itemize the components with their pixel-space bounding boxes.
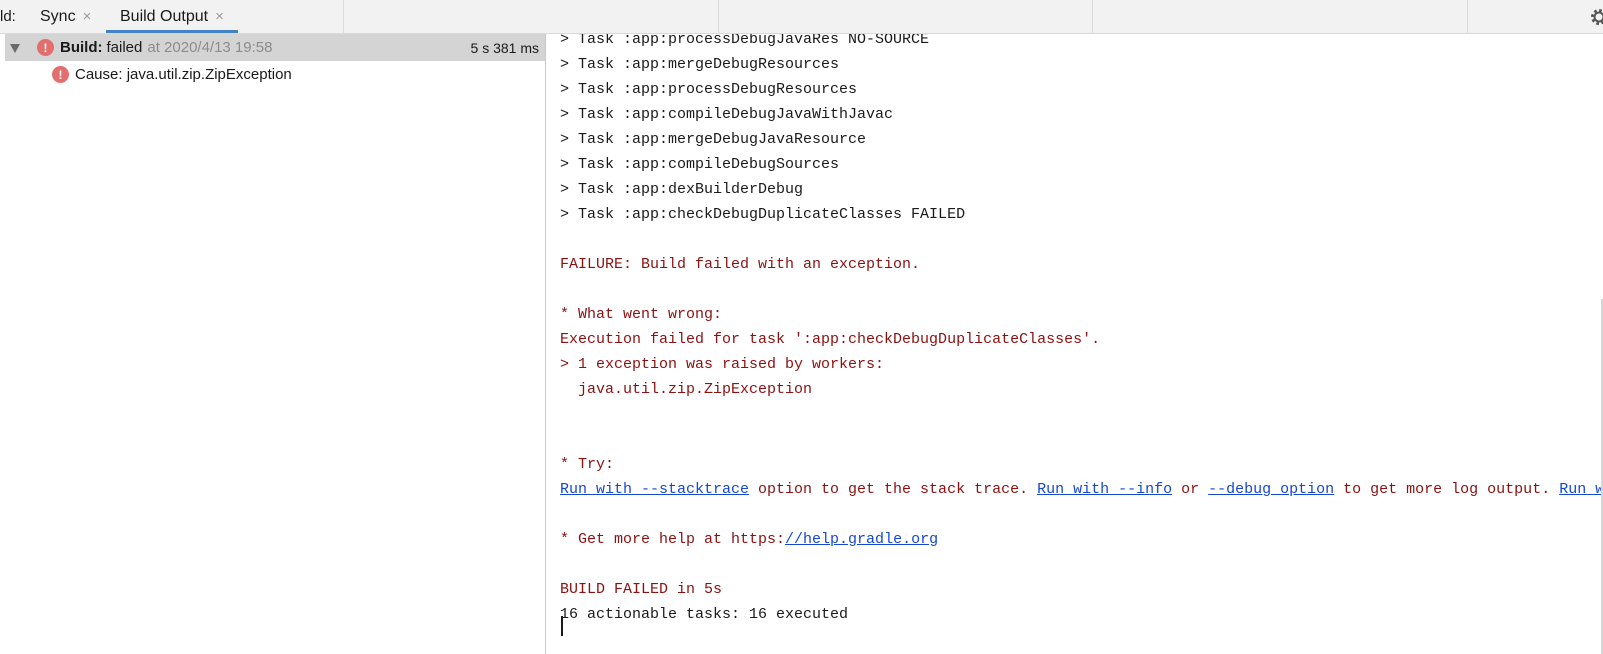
console-line: Execution failed for task ':app:checkDeb… bbox=[560, 331, 1101, 348]
tree-row-cause[interactable]: ! Cause: java.util.zip.ZipException bbox=[52, 61, 545, 88]
tab-build-output-label: Build Output bbox=[120, 7, 209, 25]
close-icon[interactable]: × bbox=[215, 8, 224, 25]
console-line: > 1 exception was raised by workers: bbox=[560, 356, 885, 373]
debug-link[interactable]: --debug option bbox=[1208, 481, 1334, 498]
build-time: at 2020/4/13 19:58 bbox=[147, 39, 273, 56]
tool-window-tabbar: ld: Sync × Build Output × bbox=[0, 0, 1603, 34]
console-line: BUILD FAILED in 5s bbox=[560, 581, 723, 598]
console-line: > Task :app:dexBuilderDebug bbox=[560, 181, 804, 198]
tab-divider bbox=[1467, 0, 1468, 33]
console-line: > Task :app:compileDebugSources bbox=[560, 156, 840, 173]
close-icon[interactable]: × bbox=[83, 8, 92, 25]
tab-divider bbox=[718, 0, 719, 33]
info-link[interactable]: Run with --info bbox=[1037, 481, 1172, 498]
try-text: to get more log output. bbox=[1334, 481, 1560, 498]
build-duration: 5 s 381 ms bbox=[470, 39, 539, 56]
collapse-triangle-icon[interactable] bbox=[9, 42, 21, 54]
help-text: * Get more help at https: bbox=[560, 531, 786, 548]
console-line: java.util.zip.ZipException bbox=[560, 381, 813, 398]
console-line-try: Run with --stacktrace option to get the … bbox=[560, 480, 1603, 500]
console-line: > Task :app:checkDebugDuplicateClasses F… bbox=[560, 206, 966, 223]
console-line: > Task :app:mergeDebugResources bbox=[560, 56, 840, 73]
stacktrace-link[interactable]: Run with --stacktrace bbox=[560, 481, 749, 498]
console-line: * What went wrong: bbox=[560, 306, 723, 323]
tool-window-label: ld: bbox=[0, 8, 16, 25]
build-label: Build: bbox=[60, 39, 103, 56]
try-text: option to get the stack trace. bbox=[749, 481, 1038, 498]
tab-divider bbox=[343, 0, 344, 33]
try-text: or bbox=[1172, 481, 1209, 498]
console-line: 16 actionable tasks: 16 executed bbox=[560, 606, 849, 623]
text-cursor bbox=[561, 616, 563, 636]
tab-build-output[interactable]: Build Output × bbox=[106, 0, 238, 33]
console-line-failure: FAILURE: Build failed with an exception. bbox=[560, 256, 921, 273]
console-line: > Task :app:processDebugJavaRes NO-SOURC… bbox=[560, 34, 930, 48]
tab-sync-label: Sync bbox=[40, 7, 76, 25]
build-console[interactable]: > Task :app:processDebugJavaRes NO-SOURC… bbox=[547, 34, 1603, 654]
error-icon: ! bbox=[37, 39, 54, 56]
gear-icon[interactable] bbox=[1589, 7, 1603, 27]
console-line: > Task :app:mergeDebugJavaResource bbox=[560, 131, 867, 148]
console-line: > Task :app:processDebugResources bbox=[560, 81, 858, 98]
tab-divider bbox=[1092, 0, 1093, 33]
console-line: * Try: bbox=[560, 456, 615, 473]
build-tree-panel: ! Build: failed at 2020/4/13 19:58 5 s 3… bbox=[0, 34, 546, 654]
scan-link[interactable]: Run with --scan bbox=[1559, 481, 1603, 498]
console-line: > Task :app:compileDebugJavaWithJavac bbox=[560, 106, 894, 123]
error-icon: ! bbox=[52, 66, 69, 83]
build-status: failed bbox=[106, 39, 143, 56]
cause-text: Cause: java.util.zip.ZipException bbox=[75, 66, 292, 83]
tree-row-build[interactable]: ! Build: failed at 2020/4/13 19:58 5 s 3… bbox=[5, 34, 545, 61]
tab-sync[interactable]: Sync × bbox=[40, 0, 91, 33]
console-line-help: * Get more help at https://help.gradle.o… bbox=[560, 530, 938, 550]
help-link[interactable]: //help.gradle.org bbox=[785, 531, 938, 548]
